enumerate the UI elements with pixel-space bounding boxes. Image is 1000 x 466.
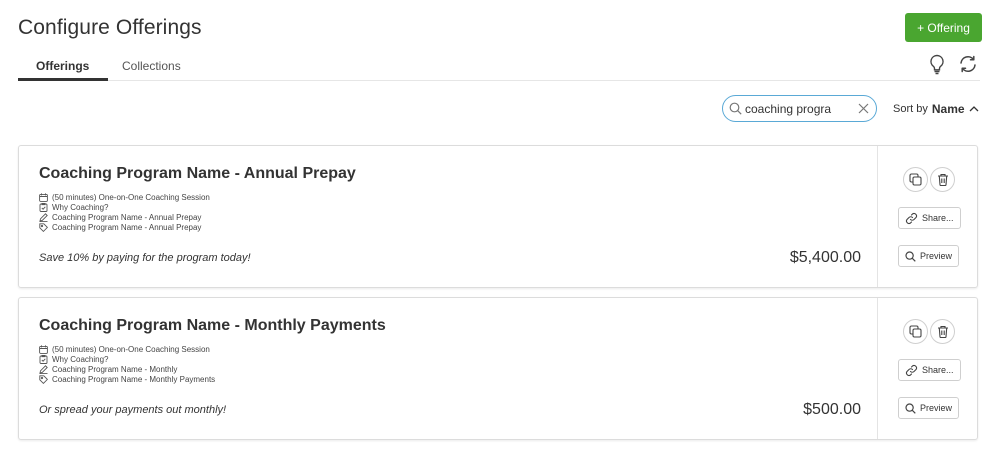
preview-button[interactable]: Preview xyxy=(898,245,960,267)
form-icon xyxy=(39,203,48,212)
tab-collections[interactable]: Collections xyxy=(122,59,181,73)
duplicate-button[interactable] xyxy=(903,319,928,344)
calendar-icon xyxy=(39,345,48,354)
card-actions: Share... Preview xyxy=(877,146,977,287)
sort-value: Name xyxy=(931,102,965,116)
tag-icon xyxy=(39,375,48,384)
page-title: Configure Offerings xyxy=(18,16,202,39)
link-icon xyxy=(905,212,918,224)
search-icon xyxy=(729,102,742,115)
share-button[interactable]: Share... xyxy=(898,207,961,229)
offering-detail: (50 minutes) One-on-One Coaching Session xyxy=(39,193,210,202)
active-tab-indicator xyxy=(18,78,108,81)
offering-description: Save 10% by paying for the program today… xyxy=(39,252,251,264)
copy-icon xyxy=(909,173,922,186)
offering-detail: Coaching Program Name - Annual Prepay xyxy=(39,223,201,232)
tag-icon xyxy=(39,223,48,232)
sort-label: Sort by xyxy=(893,103,928,115)
tab-offerings[interactable]: Offerings xyxy=(36,59,89,73)
offering-detail: Coaching Program Name - Annual Prepay xyxy=(39,213,201,222)
search-icon xyxy=(905,250,916,262)
sort-control[interactable]: Sort by Name xyxy=(893,102,979,116)
offering-detail: Coaching Program Name - Monthly xyxy=(39,365,177,374)
card-actions: Share... Preview xyxy=(877,298,977,439)
search-icon xyxy=(905,402,916,414)
preview-button[interactable]: Preview xyxy=(898,397,960,419)
chevron-up-icon xyxy=(969,103,979,115)
offering-description: Or spread your payments out monthly! xyxy=(39,404,227,416)
copy-icon xyxy=(909,325,922,338)
offering-title: Coaching Program Name - Annual Prepay xyxy=(39,165,356,182)
offering-price: $500.00 xyxy=(803,401,861,418)
trash-icon xyxy=(937,173,948,186)
offering-title: Coaching Program Name - Monthly Payments xyxy=(39,317,386,334)
duplicate-button[interactable] xyxy=(903,167,928,192)
offering-detail: Why Coaching? xyxy=(39,203,108,212)
link-icon xyxy=(905,364,918,376)
offering-price: $5,400.00 xyxy=(789,249,861,266)
offering-detail: Why Coaching? xyxy=(39,355,108,364)
search-input[interactable] xyxy=(745,101,855,116)
trash-icon xyxy=(937,325,948,338)
offering-detail: (50 minutes) One-on-One Coaching Session xyxy=(39,345,210,354)
calendar-icon xyxy=(39,193,48,202)
delete-button[interactable] xyxy=(930,167,955,192)
clear-search-icon[interactable] xyxy=(858,103,869,114)
lightbulb-icon[interactable] xyxy=(928,53,946,75)
form-icon xyxy=(39,355,48,364)
offering-card: Coaching Program Name - Annual Prepay (5… xyxy=(18,145,978,288)
pencil-icon xyxy=(39,365,48,374)
offering-card: Coaching Program Name - Monthly Payments… xyxy=(18,297,978,440)
add-offering-button[interactable]: + Offering xyxy=(905,13,982,42)
search-box xyxy=(722,95,877,122)
offering-detail: Coaching Program Name - Monthly Payments xyxy=(39,375,215,384)
share-button[interactable]: Share... xyxy=(898,359,961,381)
refresh-icon[interactable] xyxy=(957,54,979,74)
pencil-icon xyxy=(39,213,48,222)
delete-button[interactable] xyxy=(930,319,955,344)
tab-bar: Offerings Collections xyxy=(18,57,980,81)
